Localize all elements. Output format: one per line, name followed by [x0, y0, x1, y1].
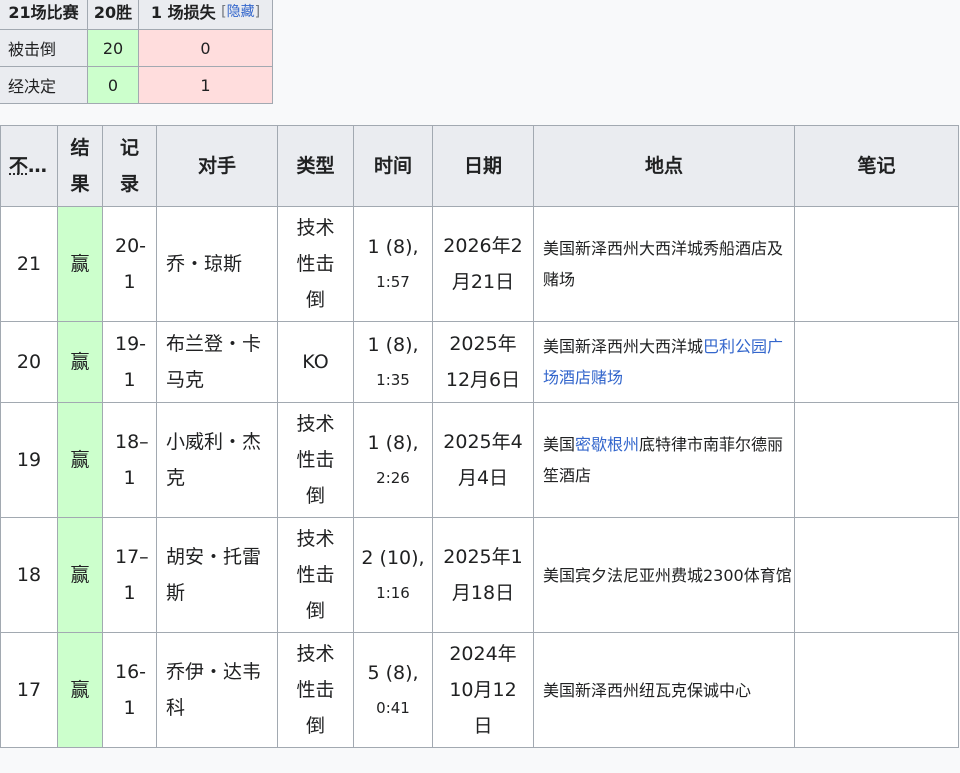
row-record: 17–1 — [102, 517, 157, 633]
row-opponent: 胡安・托雷斯 — [156, 517, 278, 633]
table-row: 20 赢 19-1 布兰登・卡马克 KO 1 (8), 1:35 2025年12… — [0, 321, 959, 403]
table-row: 21 赢 20-1 乔・琼斯 技术性击倒 1 (8), 1:57 2026年2月… — [0, 206, 959, 322]
row-time-round: 1 (8), — [367, 334, 419, 356]
fight-record-table: 不... 结果 记录 对手 类型 时间 日期 地点 笔记 21 赢 20-1 乔… — [0, 125, 959, 748]
row-time: 5 (8), 0:41 — [353, 632, 433, 748]
column-header-record-label: 记录 — [119, 137, 139, 195]
row-record: 18–1 — [102, 402, 157, 518]
row-date: 2025年4月4日 — [432, 402, 534, 518]
table-row: 17 赢 16-1 乔伊・达韦科 技术性击倒 5 (8), 0:41 2024年… — [0, 632, 959, 748]
row-result: 赢 — [57, 321, 103, 403]
row-opponent: 乔伊・达韦科 — [156, 632, 278, 748]
column-header-record[interactable]: 记录 — [102, 125, 157, 207]
summary-row-wins: 0 — [87, 66, 139, 104]
column-header-type[interactable]: 类型 — [277, 125, 354, 207]
summary-header-row: 21场比赛 20胜 1 场损失 [隐藏] — [0, 0, 273, 30]
hide-toggle: [隐藏] — [221, 4, 261, 20]
row-type: KO — [277, 321, 354, 403]
row-location: 美国新泽西州大西洋城巴利公园广场酒店赌场 — [533, 321, 795, 403]
row-type: 技术性击倒 — [277, 206, 354, 322]
column-header-notes[interactable]: 笔记 — [794, 125, 959, 207]
row-time-round: 5 (8), — [367, 662, 419, 684]
location-link[interactable]: 密歇根州 — [575, 435, 639, 454]
row-time: 1 (8), 1:57 — [353, 206, 433, 322]
summary-row-losses: 1 — [138, 66, 273, 104]
column-header-result-label: 结果 — [70, 137, 90, 195]
row-time-round: 2 (10), — [361, 547, 425, 569]
row-time: 1 (8), 2:26 — [353, 402, 433, 518]
row-time: 2 (10), 1:16 — [353, 517, 433, 633]
row-location: 美国新泽西州大西洋城秀船酒店及赌场 — [533, 206, 795, 322]
summary-row-label: 被击倒 — [0, 29, 88, 67]
row-location-text: 美国 — [543, 435, 576, 454]
row-notes — [794, 632, 959, 748]
row-location-text: 美国新泽西州大西洋城秀船酒店及赌场 — [543, 239, 784, 289]
column-header-no[interactable]: 不... — [0, 125, 58, 207]
row-time: 1 (8), 1:35 — [353, 321, 433, 403]
row-time-clock: 2:26 — [376, 469, 410, 487]
summary-row-decision: 经决定 0 1 — [0, 66, 273, 104]
table-row: 18 赢 17–1 胡安・托雷斯 技术性击倒 2 (10), 1:16 2025… — [0, 517, 959, 633]
row-location: 美国密歇根州底特律市南菲尔德丽笙酒店 — [533, 402, 795, 518]
record-summary-table: 21场比赛 20胜 1 场损失 [隐藏] 被击倒 20 0 经决定 0 1 — [0, 0, 273, 104]
summary-losses-label: 1 场损失 — [150, 3, 216, 22]
row-time-clock: 1:16 — [376, 584, 410, 602]
row-location-text: 美国宾夕法尼亚州费城2300体育馆 — [543, 565, 792, 585]
row-date: 2025年1月18日 — [432, 517, 534, 633]
row-time-clock: 1:57 — [376, 273, 410, 291]
row-time-round: 1 (8), — [367, 432, 419, 454]
row-notes — [794, 402, 959, 518]
row-date: 2026年2月21日 — [432, 206, 534, 322]
summary-row-ko: 被击倒 20 0 — [0, 29, 273, 67]
column-header-result[interactable]: 结果 — [57, 125, 103, 207]
row-opponent: 乔・琼斯 — [156, 206, 278, 322]
row-notes — [794, 206, 959, 322]
row-type: 技术性击倒 — [277, 517, 354, 633]
summary-total-cell: 21场比赛 — [0, 0, 88, 30]
row-number: 19 — [0, 402, 58, 518]
row-time-clock: 1:35 — [376, 371, 410, 389]
row-result: 赢 — [57, 517, 103, 633]
row-number: 20 — [0, 321, 58, 403]
row-number: 18 — [0, 517, 58, 633]
column-header-date[interactable]: 日期 — [432, 125, 534, 207]
row-result: 赢 — [57, 632, 103, 748]
row-time-round: 1 (8), — [367, 236, 419, 258]
column-header-location[interactable]: 地点 — [533, 125, 795, 207]
row-type: 技术性击倒 — [277, 402, 354, 518]
row-location-text: 美国新泽西州大西洋城 — [543, 337, 704, 356]
table-row: 19 赢 18–1 小威利・杰克 技术性击倒 1 (8), 2:26 2025年… — [0, 402, 959, 518]
hide-link[interactable]: 隐藏 — [227, 4, 255, 20]
row-number: 17 — [0, 632, 58, 748]
row-time-clock: 0:41 — [376, 699, 410, 717]
row-date: 2025年12月6日 — [432, 321, 534, 403]
row-opponent: 小威利・杰克 — [156, 402, 278, 518]
row-number: 21 — [0, 206, 58, 322]
row-date: 2024年10月12日 — [432, 632, 534, 748]
column-header-no-label: 不... — [9, 155, 49, 178]
table-header-row: 不... 结果 记录 对手 类型 时间 日期 地点 笔记 — [0, 125, 959, 207]
summary-row-losses: 0 — [138, 29, 273, 67]
row-location-text: 美国新泽西州纽瓦克保诚中心 — [543, 680, 752, 700]
row-record: 20-1 — [102, 206, 157, 322]
summary-wins-cell: 20胜 — [87, 0, 139, 30]
row-notes — [794, 321, 959, 403]
row-type: 技术性击倒 — [277, 632, 354, 748]
row-result: 赢 — [57, 206, 103, 322]
row-location: 美国新泽西州纽瓦克保诚中心 — [533, 632, 795, 748]
row-record: 19-1 — [102, 321, 157, 403]
summary-row-wins: 20 — [87, 29, 139, 67]
row-notes — [794, 517, 959, 633]
summary-row-label: 经决定 — [0, 66, 88, 104]
row-result: 赢 — [57, 402, 103, 518]
row-location: 美国宾夕法尼亚州费城2300体育馆 — [533, 517, 795, 633]
summary-losses-cell: 1 场损失 [隐藏] — [138, 0, 273, 30]
row-record: 16-1 — [102, 632, 157, 748]
row-opponent: 布兰登・卡马克 — [156, 321, 278, 403]
column-header-time[interactable]: 时间 — [353, 125, 433, 207]
column-header-opponent[interactable]: 对手 — [156, 125, 278, 207]
